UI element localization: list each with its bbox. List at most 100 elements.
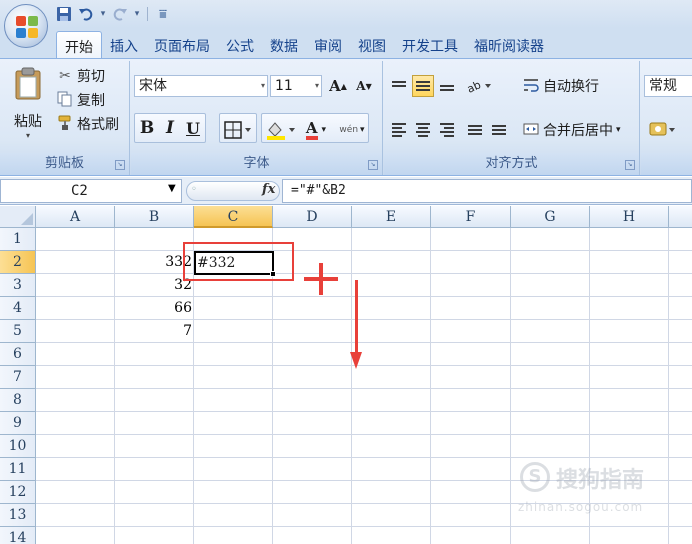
format-painter-button[interactable]: 格式刷	[56, 113, 119, 135]
alignment-group: ab 自动换行 合并后居中 ▾ 对齐方式 ↘	[384, 61, 640, 175]
column-header-next[interactable]	[669, 206, 692, 228]
name-box-dropdown-icon[interactable]: ▼	[168, 183, 176, 194]
insert-function-button[interactable]: fx	[262, 182, 275, 197]
font-size-dropdown[interactable]: 11 ▾	[270, 75, 322, 97]
tab-2[interactable]: 页面布局	[146, 31, 218, 58]
row-header-9[interactable]: 9	[0, 412, 36, 435]
tab-3[interactable]: 公式	[218, 31, 262, 58]
shrink-font-glyph: A	[356, 79, 366, 93]
undo-icon[interactable]	[76, 4, 96, 24]
annotation-highlight-box	[183, 242, 294, 281]
save-icon[interactable]	[54, 4, 74, 24]
row-header-2[interactable]: 2	[0, 251, 36, 274]
accounting-format-button[interactable]	[647, 117, 687, 143]
font-color-button[interactable]: A ▾	[299, 117, 333, 143]
tab-7[interactable]: 开发工具	[394, 31, 466, 58]
alignment-launcher-icon[interactable]: ↘	[625, 160, 635, 170]
align-left-button[interactable]	[388, 119, 410, 141]
tab-5[interactable]: 审阅	[306, 31, 350, 58]
tab-0[interactable]: 开始	[56, 31, 102, 58]
row-header-1[interactable]: 1	[0, 228, 36, 251]
align-middle-button[interactable]	[412, 75, 434, 97]
row-header-3[interactable]: 3	[0, 274, 36, 297]
cut-button[interactable]: ✂ 剪切	[56, 65, 105, 87]
tab-1[interactable]: 插入	[102, 31, 146, 58]
row-gridline	[36, 388, 692, 389]
font-color-glyph: A	[305, 120, 318, 140]
tab-8[interactable]: 福昕阅读器	[466, 31, 552, 58]
clipboard-group-label: 剪贴板	[0, 153, 129, 175]
number-group: 常规	[641, 61, 692, 175]
paste-button[interactable]: 粘贴 ▾	[6, 65, 50, 149]
row-header-5[interactable]: 5	[0, 320, 36, 343]
column-header-c[interactable]: C	[194, 206, 273, 228]
fill-color-button[interactable]	[264, 117, 298, 143]
column-header-b[interactable]: B	[115, 206, 194, 228]
column-header-f[interactable]: F	[431, 206, 511, 228]
cell-b5[interactable]: 7	[115, 320, 194, 343]
italic-button[interactable]: I	[159, 115, 181, 141]
align-right-button[interactable]	[436, 119, 458, 141]
row-header-10[interactable]: 10	[0, 435, 36, 458]
font-launcher-icon[interactable]: ↘	[368, 160, 378, 170]
align-bottom-button[interactable]	[436, 75, 458, 97]
orientation-button[interactable]: ab	[464, 75, 494, 97]
chevron-down-icon: ▾	[616, 125, 621, 135]
format-painter-icon	[56, 115, 74, 133]
name-box[interactable]: C2	[0, 179, 182, 203]
clipboard-launcher-icon[interactable]: ↘	[115, 160, 125, 170]
number-format-dropdown[interactable]: 常规	[644, 75, 692, 97]
cell-b4[interactable]: 66	[115, 297, 194, 320]
office-button[interactable]	[4, 4, 48, 48]
title-bar: ▾ ▾ ⩸	[0, 0, 692, 28]
copy-icon	[56, 91, 74, 109]
bold-button[interactable]: B	[136, 115, 158, 141]
phonetic-button[interactable]: wén ▾	[335, 117, 369, 143]
font-name-dropdown[interactable]: 宋体 ▾	[134, 75, 268, 97]
row-header-4[interactable]: 4	[0, 297, 36, 320]
fill-color-icon	[267, 122, 295, 140]
font-name-value: 宋体	[139, 78, 167, 94]
row-header-14[interactable]: 14	[0, 527, 36, 544]
row-header-8[interactable]: 8	[0, 389, 36, 412]
column-header-g[interactable]: G	[511, 206, 590, 228]
shrink-font-button[interactable]: A ▼	[353, 73, 375, 99]
select-all-button[interactable]	[0, 206, 36, 228]
ribbon-tabs-bar: 开始 插入 页面布局 公式 数据 审阅 视图 开发工具 福昕阅读器	[0, 28, 692, 58]
grow-font-button[interactable]: A ▲	[327, 73, 349, 99]
watermark-text: 搜狗指南	[556, 468, 645, 493]
number-format-value: 常规	[649, 78, 677, 94]
borders-button[interactable]	[223, 117, 253, 143]
redo-dropdown-icon[interactable]: ▾	[132, 4, 142, 24]
column-header-d[interactable]: D	[273, 206, 352, 228]
decrease-indent-button[interactable]	[464, 119, 486, 141]
redo-icon[interactable]	[110, 4, 130, 24]
column-gridline	[430, 228, 431, 544]
column-header-a[interactable]: A	[36, 206, 115, 228]
column-header-h[interactable]: H	[590, 206, 669, 228]
wrap-text-label: 自动换行	[543, 79, 599, 95]
quick-access-toolbar: ▾ ▾ ⩸	[54, 3, 173, 25]
formula-input[interactable]: ="#"&B2	[282, 179, 692, 203]
align-center-button[interactable]	[412, 119, 434, 141]
increase-indent-button[interactable]	[488, 119, 510, 141]
customize-quick-access-icon[interactable]: ⩸	[153, 4, 173, 24]
row-header-7[interactable]: 7	[0, 366, 36, 389]
underline-button[interactable]: U	[182, 115, 204, 141]
svg-text:ab: ab	[465, 78, 483, 94]
tab-4[interactable]: 数据	[262, 31, 306, 58]
column-header-e[interactable]: E	[352, 206, 431, 228]
tab-6[interactable]: 视图	[350, 31, 394, 58]
grow-font-glyph: A	[329, 77, 341, 95]
undo-dropdown-icon[interactable]: ▾	[98, 4, 108, 24]
paste-dropdown-icon[interactable]: ▾	[6, 131, 50, 140]
copy-button[interactable]: 复制	[56, 89, 105, 111]
row-header-13[interactable]: 13	[0, 504, 36, 527]
row-header-11[interactable]: 11	[0, 458, 36, 481]
wrap-text-button[interactable]: 自动换行	[522, 75, 599, 97]
row-header-6[interactable]: 6	[0, 343, 36, 366]
align-top-button[interactable]	[388, 75, 410, 97]
merge-center-button[interactable]: 合并后居中 ▾	[522, 119, 621, 141]
row-header-12[interactable]: 12	[0, 481, 36, 504]
sogou-logo-icon: S	[520, 462, 550, 492]
